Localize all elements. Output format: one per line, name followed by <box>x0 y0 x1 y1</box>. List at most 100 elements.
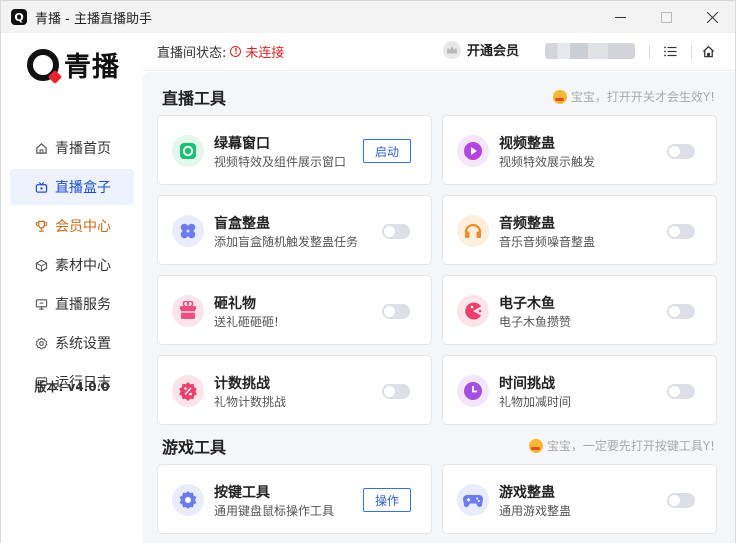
card-title: 砸礼物 <box>214 296 256 312</box>
headphones-icon <box>457 215 489 247</box>
card-description: 电子木鱼攒赞 <box>499 315 572 329</box>
sidebar-item-material-center[interactable]: 素材中心 <box>10 247 134 283</box>
sidebar-item-live-box[interactable]: 直播盒子 <box>10 169 134 205</box>
top-header: 直播间状态: ! 未连接 开通会员 <box>143 33 735 71</box>
app-window: Q 青播 - 主播直播助手 青播 青播首页 直播盒子 会员中心 素材中心 直播服… <box>0 0 736 543</box>
logo-mark <box>27 48 59 81</box>
sidebar: 青播 青播首页 直播盒子 会员中心 素材中心 直播服务 系统设置 运行日志 版本… <box>1 33 143 543</box>
card-title: 游戏整蛊 <box>499 485 555 501</box>
app-logo: 青播 <box>27 45 120 84</box>
time-challenge-toggle[interactable] <box>667 384 695 399</box>
alert-circle-icon: ! <box>230 46 242 57</box>
crown-icon <box>443 40 461 59</box>
wooden-fish-toggle[interactable] <box>667 304 695 319</box>
minimize-icon <box>614 16 626 18</box>
section-hint-text: 宝宝，打开开关才会生效Y! <box>570 90 715 104</box>
game-prank-toggle[interactable] <box>667 493 695 508</box>
sidebar-item-vip-center[interactable]: 会员中心 <box>10 208 134 244</box>
card-description: 通用游戏整蛊 <box>499 504 572 518</box>
section-hint-text: 宝宝，一定要先打开按键工具Y! <box>546 439 715 453</box>
video-prank-toggle[interactable] <box>667 144 695 159</box>
card-description: 视频特效及组件展示窗口 <box>214 155 347 169</box>
tool-card-green-screen: 绿幕窗口 视频特效及组件展示窗口 启动 <box>157 115 432 185</box>
emoji-icon <box>528 438 543 453</box>
card-description: 视频特效展示触发 <box>499 155 596 169</box>
window-controls <box>597 1 735 33</box>
title-bar: Q 青播 - 主播直播助手 <box>1 1 735 33</box>
home-button[interactable] <box>699 42 717 60</box>
pacman-icon <box>457 295 489 327</box>
card-title: 视频整蛊 <box>499 136 555 152</box>
app-icon: Q <box>11 9 27 25</box>
card-description: 礼物加减时间 <box>499 395 572 409</box>
user-account-name[interactable] <box>545 43 635 59</box>
live-box-icon <box>34 180 48 194</box>
sidebar-item-label: 会员中心 <box>55 219 111 235</box>
card-title: 音频整蛊 <box>499 216 555 232</box>
gear-badge-icon <box>172 484 204 516</box>
card-title: 盲盒整蛊 <box>214 216 270 232</box>
tool-card-blind-box-prank: 盲盒整蛊 添加盲盒随机触发整蛊任务 <box>157 195 432 265</box>
clover-icon <box>172 215 204 247</box>
operate-button[interactable]: 操作 <box>363 488 411 512</box>
section-title-game-tools: 游戏工具 <box>162 438 227 457</box>
sidebar-item-home[interactable]: 青播首页 <box>10 130 134 166</box>
count-challenge-toggle[interactable] <box>382 384 410 399</box>
version-label: 版本: v4.0.0 <box>34 380 110 394</box>
card-title: 计数挑战 <box>214 376 270 392</box>
gear-icon <box>34 336 48 350</box>
home-icon <box>34 141 48 155</box>
sidebar-item-system-settings[interactable]: 系统设置 <box>10 325 134 361</box>
logo-text: 青播 <box>64 52 120 83</box>
percent-badge-icon <box>172 375 204 407</box>
card-description: 送礼砸砸砸! <box>214 315 279 329</box>
start-button[interactable]: 启动 <box>363 139 411 163</box>
sidebar-item-label: 素材中心 <box>55 258 111 274</box>
open-vip-label: 开通会员 <box>467 44 520 59</box>
gamepad-icon <box>457 484 489 516</box>
sidebar-item-label: 直播盒子 <box>55 180 111 196</box>
menu-list-button[interactable] <box>661 42 679 60</box>
open-vip-button[interactable]: 开通会员 <box>443 40 519 59</box>
tool-card-audio-prank: 音频整蛊 音乐音频噪音整蛊 <box>442 195 717 265</box>
video-play-icon <box>457 135 489 167</box>
audio-prank-toggle[interactable] <box>667 224 695 239</box>
card-title: 电子木鱼 <box>499 296 555 312</box>
card-title: 绿幕窗口 <box>214 136 270 152</box>
tool-card-video-prank: 视频整蛊 视频特效展示触发 <box>442 115 717 185</box>
sidebar-item-live-service[interactable]: 直播服务 <box>10 286 134 322</box>
smash-gift-toggle[interactable] <box>382 304 410 319</box>
sidebar-item-label: 系统设置 <box>55 336 111 352</box>
minimize-button[interactable] <box>597 1 643 33</box>
monitor-icon <box>34 297 48 311</box>
house-icon <box>702 45 714 57</box>
green-screen-icon <box>172 135 204 167</box>
live-status-value: 未连接 <box>245 46 285 61</box>
tool-card-time-challenge: 时间挑战 礼物加减时间 <box>442 355 717 425</box>
sidebar-nav: 青播首页 直播盒子 会员中心 素材中心 直播服务 系统设置 运行日志 <box>10 130 134 403</box>
section-title-live-tools: 直播工具 <box>162 89 227 108</box>
window-title: 青播 - 主播直播助手 <box>35 11 152 27</box>
maximize-button[interactable] <box>643 1 689 33</box>
live-status-label: 直播间状态: <box>157 46 227 61</box>
card-title: 时间挑战 <box>499 376 555 392</box>
tool-card-count-challenge: 计数挑战 礼物计数挑战 <box>157 355 432 425</box>
main-content: 直播工具 宝宝，打开开关才会生效Y! 绿幕窗口 视频特效及组件展示窗口 启动 视… <box>143 72 735 543</box>
trophy-icon <box>34 219 48 233</box>
cube-icon <box>34 258 48 272</box>
sidebar-item-label: 直播服务 <box>55 297 111 313</box>
close-button[interactable] <box>689 1 735 33</box>
blind-box-prank-toggle[interactable] <box>382 224 410 239</box>
card-description: 添加盲盒随机触发整蛊任务 <box>214 235 359 249</box>
emoji-icon <box>552 89 567 104</box>
close-icon <box>706 11 718 23</box>
card-title: 按键工具 <box>214 485 270 501</box>
card-description: 音乐音频噪音整蛊 <box>499 235 596 249</box>
tool-card-wooden-fish: 电子木鱼 电子木鱼攒赞 <box>442 275 717 345</box>
clock-icon <box>457 375 489 407</box>
section-hint-live-tools: 宝宝，打开开关才会生效Y! <box>552 88 715 105</box>
list-icon <box>663 46 676 56</box>
maximize-icon <box>660 11 672 23</box>
header-divider <box>691 45 692 59</box>
tool-card-key-tool: 按键工具 通用键盘鼠标操作工具 操作 <box>157 464 432 534</box>
